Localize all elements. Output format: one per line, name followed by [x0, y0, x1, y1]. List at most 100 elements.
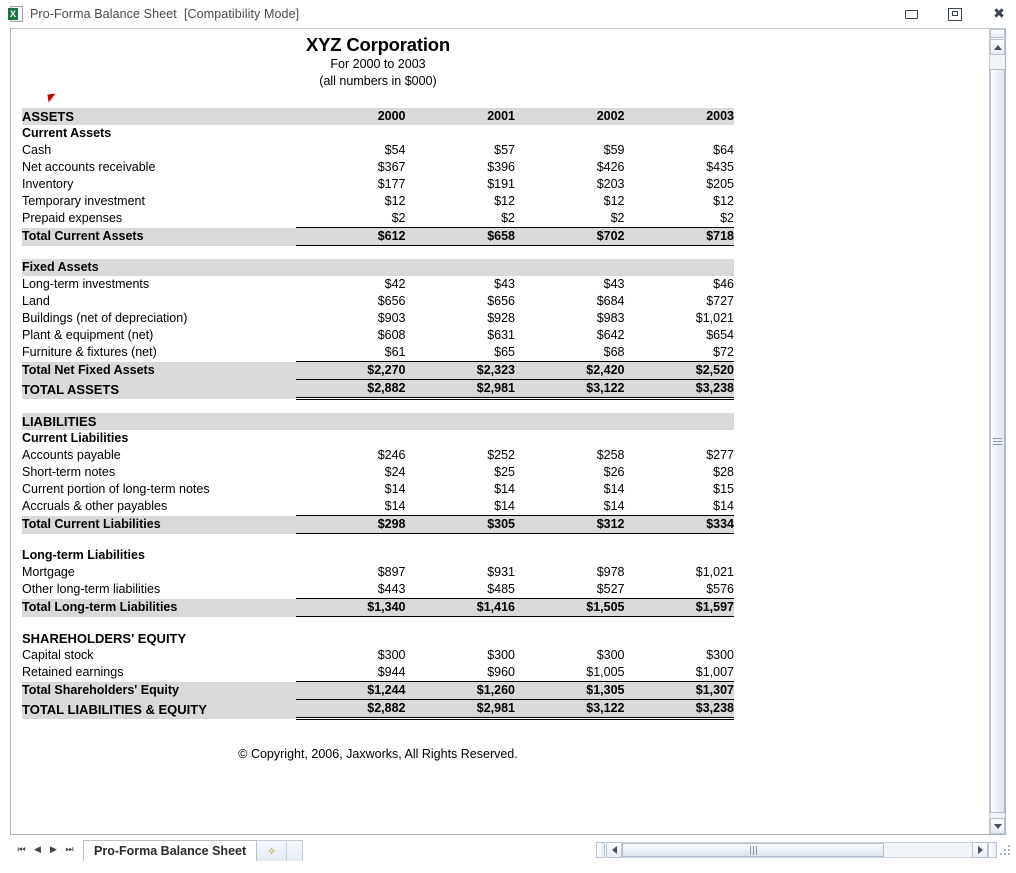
cell-value: $15 [625, 481, 735, 498]
column-header-year-2003: 2003 [625, 108, 735, 125]
cell-value: $435 [625, 159, 735, 176]
table-row: Short-term notes $24 $25 $26 $28 [22, 464, 734, 481]
section-heading-row: Current Liabilities [22, 430, 734, 447]
spacer-row [22, 246, 734, 260]
cell-value: $576 [625, 581, 735, 599]
cell-value: $246 [296, 447, 406, 464]
cell-value: $443 [296, 581, 406, 599]
excel-icon: X [8, 6, 24, 22]
cell-value: $931 [406, 564, 516, 581]
cell-value: $24 [296, 464, 406, 481]
cell-value: $2,270 [296, 362, 406, 380]
row-label: Mortgage [22, 564, 296, 581]
report-units: (all numbers in $000) [22, 73, 734, 90]
scroll-left-icon[interactable] [606, 842, 622, 858]
balance-sheet-table: ASSETS 2000 2001 2002 2003 Current Asset… [22, 108, 734, 720]
cell-value: $2 [406, 210, 516, 228]
vertical-scrollbar[interactable] [989, 29, 1005, 834]
cell-value: $14 [296, 498, 406, 516]
cell-value: $3,122 [515, 380, 625, 399]
table-row: Temporary investment $12 $12 $12 $12 [22, 193, 734, 210]
cell-value: $65 [406, 344, 516, 362]
worksheet-canvas[interactable]: XYZ Corporation For 2000 to 2003 (all nu… [11, 29, 991, 834]
cell-value: $1,244 [296, 682, 406, 700]
horizontal-split-handle-right[interactable] [988, 842, 997, 858]
cell-value: $1,260 [406, 682, 516, 700]
total-row-current-liabilities: Total Current Liabilities $298 $305 $312… [22, 516, 734, 534]
cell-value: $944 [296, 664, 406, 682]
cell-value: $2 [515, 210, 625, 228]
table-row: Furniture & fixtures (net) $61 $65 $68 $… [22, 344, 734, 362]
scroll-down-icon[interactable] [990, 818, 1005, 834]
last-sheet-icon[interactable]: ⏭ [62, 842, 77, 858]
row-label: Accruals & other payables [22, 498, 296, 516]
spacer-row [22, 617, 734, 631]
page-title: XYZ Corporation [22, 34, 734, 56]
scroll-up-icon[interactable] [990, 39, 1005, 55]
horizontal-scrollbar[interactable] [596, 842, 1016, 859]
horizontal-scroll-track[interactable] [622, 842, 972, 858]
horizontal-scroll-thumb[interactable] [622, 843, 884, 857]
section-heading-row: Long-term Liabilities [22, 547, 734, 564]
cell-value: $396 [406, 159, 516, 176]
section-heading-row: Fixed Assets [22, 259, 734, 276]
cell-value: $12 [625, 193, 735, 210]
table-row: Prepaid expenses $2 $2 $2 $2 [22, 210, 734, 228]
table-row: Cash $54 $57 $59 $64 [22, 142, 734, 159]
insert-worksheet-icon[interactable]: ✧ [257, 840, 287, 861]
cell-value: $43 [515, 276, 625, 293]
total-row-long-term-liabilities: Total Long-term Liabilities $1,340 $1,41… [22, 599, 734, 617]
cell-value: $2,981 [406, 700, 516, 719]
table-row: Buildings (net of depreciation) $903 $92… [22, 310, 734, 327]
restore-icon[interactable] [944, 3, 966, 25]
close-icon[interactable]: ✖ [988, 3, 1010, 25]
table-row: Net accounts receivable $367 $396 $426 $… [22, 159, 734, 176]
cell-value: $2,420 [515, 362, 625, 380]
table-row: Retained earnings $944 $960 $1,005 $1,00… [22, 664, 734, 682]
cell-value: $702 [515, 228, 625, 246]
scroll-right-icon[interactable] [972, 842, 988, 858]
sheet-tabs: Pro-Forma Balance Sheet ✧ [83, 839, 303, 861]
section-heading-row: Current Assets [22, 125, 734, 142]
cell-value: $12 [515, 193, 625, 210]
cell-value: $612 [296, 228, 406, 246]
cell-value: $14 [515, 498, 625, 516]
vertical-split-handle[interactable] [990, 29, 1005, 38]
cell-value: $527 [515, 581, 625, 599]
cell-value: $26 [515, 464, 625, 481]
next-sheet-icon[interactable]: ▶ [46, 842, 61, 858]
cell-value: $1,416 [406, 599, 516, 617]
cell-value: $203 [515, 176, 625, 193]
resize-grip-icon[interactable] [1000, 843, 1014, 857]
section-heading-row: SHAREHOLDERS' EQUITY [22, 630, 734, 647]
minimize-icon[interactable] [900, 3, 922, 25]
row-label: Buildings (net of depreciation) [22, 310, 296, 327]
cell-value: $903 [296, 310, 406, 327]
horizontal-split-handle[interactable] [596, 842, 605, 858]
row-label: Long-term investments [22, 276, 296, 293]
row-label: Cash [22, 142, 296, 159]
cell-value: $300 [625, 647, 735, 664]
cell-value: $61 [296, 344, 406, 362]
vertical-scroll-thumb[interactable] [990, 69, 1005, 813]
table-header-row: ASSETS 2000 2001 2002 2003 [22, 108, 734, 125]
previous-sheet-icon[interactable]: ◀ [30, 842, 45, 858]
total-row-shareholders-equity: Total Shareholders' Equity $1,244 $1,260… [22, 682, 734, 700]
cell-value: $658 [406, 228, 516, 246]
row-label: Furniture & fixtures (net) [22, 344, 296, 362]
cell-value: $300 [296, 647, 406, 664]
cell-value: $72 [625, 344, 735, 362]
table-row: Accounts payable $246 $252 $258 $277 [22, 447, 734, 464]
cell-value: $928 [406, 310, 516, 327]
sheet-tab-pro-forma-balance-sheet[interactable]: Pro-Forma Balance Sheet [83, 840, 257, 861]
cell-value: $2,981 [406, 380, 516, 399]
table-row: Capital stock $300 $300 $300 $300 [22, 647, 734, 664]
cell-value: $252 [406, 447, 516, 464]
first-sheet-icon[interactable]: ⏮ [14, 842, 29, 858]
comment-indicator-icon[interactable] [47, 93, 56, 102]
row-label: Total Long-term Liabilities [22, 599, 296, 617]
insert-sheet-glyph: ✧ [267, 845, 276, 858]
cell-value: $485 [406, 581, 516, 599]
cell-value: $1,007 [625, 664, 735, 682]
cell-value: $897 [296, 564, 406, 581]
